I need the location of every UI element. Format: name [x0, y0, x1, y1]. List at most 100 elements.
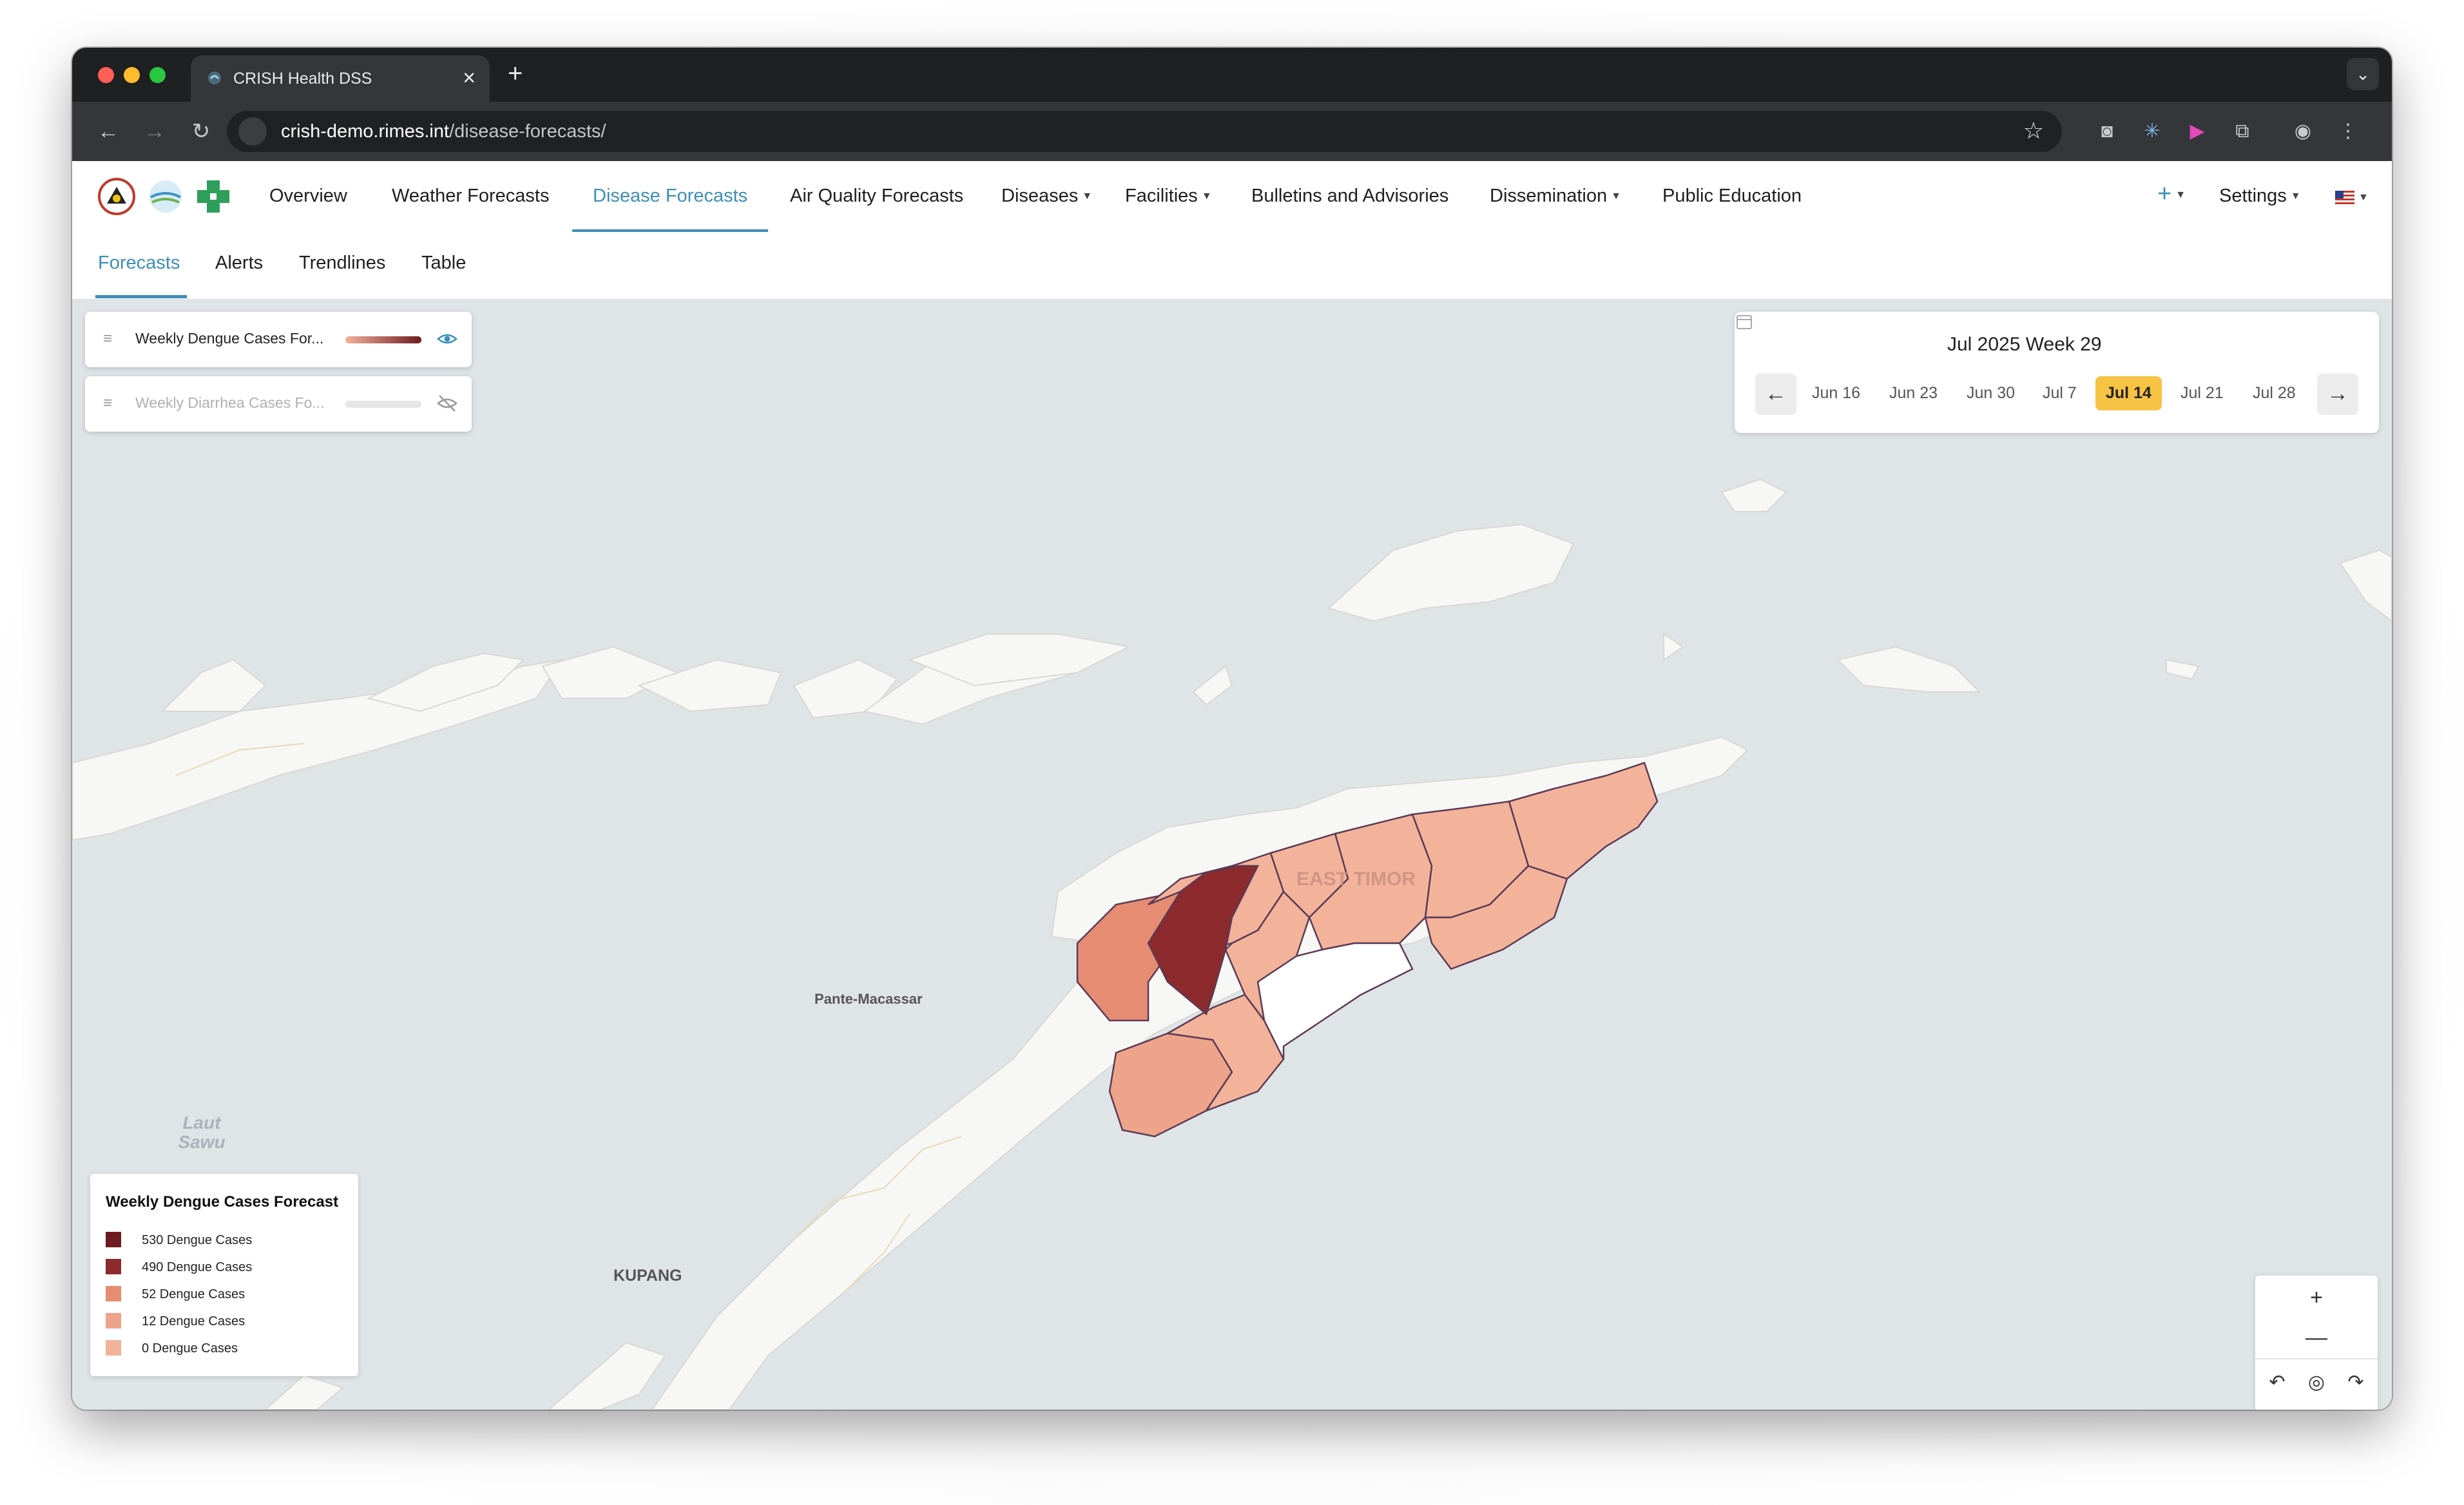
nav-dissemination[interactable]: Dissemination ▼ [1490, 186, 1621, 207]
nav-air-quality-forecasts[interactable]: Air Quality Forecasts [790, 186, 963, 207]
settings-menu[interactable]: Settings ▼ [2219, 186, 2301, 207]
us-flag-icon [2335, 191, 2354, 206]
browser-tab[interactable]: CRISH Health DSS × [191, 55, 490, 102]
extension-record-icon[interactable]: ▶ [2183, 117, 2211, 146]
browser-menu-icon[interactable]: ⋮ [2334, 117, 2362, 146]
add-menu-button[interactable]: + ▼ [2157, 180, 2186, 208]
layer-card-dengue[interactable]: ≡ Weekly Dengue Cases For... [85, 312, 472, 367]
extension-sparkle-icon[interactable]: ✳ [2138, 117, 2166, 146]
map-legend: Weekly Dengue Cases Forecast 530 Dengue … [90, 1174, 358, 1376]
address-bar[interactable]: crish-demo.rimes.int/disease-forecasts/ … [227, 111, 2062, 152]
health-cross-logo [197, 180, 229, 213]
legend-label: 52 Dengue Cases [142, 1287, 245, 1301]
bookmark-star-icon[interactable]: ☆ [2023, 117, 2044, 144]
legend-label: 12 Dengue Cases [142, 1314, 245, 1328]
nav-disease-forecasts[interactable]: Disease Forecasts [593, 186, 747, 207]
week-jul-7[interactable]: Jul 7 [2043, 384, 2077, 403]
language-selector[interactable]: ▼ [2335, 187, 2369, 208]
prev-week-button[interactable]: ← [1755, 374, 1796, 415]
tilt-up-icon[interactable]: ↑ [2258, 1403, 2296, 1410]
legend-swatch [106, 1286, 121, 1301]
back-icon[interactable]: ← [93, 116, 124, 147]
map-label-kupang: KUPANG [613, 1267, 682, 1285]
layer-name: Weekly Diarrhea Cases Fo... [135, 394, 325, 411]
drag-handle-icon[interactable]: ≡ [103, 330, 112, 348]
drag-handle-icon[interactable]: ≡ [103, 394, 112, 412]
layer-name: Weekly Dengue Cases For... [135, 330, 324, 347]
color-ramp [345, 401, 421, 408]
close-tab-icon[interactable]: × [463, 66, 476, 91]
maximize-window-button[interactable] [149, 67, 166, 83]
url-text: crish-demo.rimes.int/disease-forecasts/ [281, 121, 606, 142]
chevron-down-icon: ▼ [1201, 191, 1212, 202]
map-canvas[interactable]: EAST TIMOR Pante-Macassar KUPANG Laut Sa… [72, 299, 2392, 1410]
tab-search-icon[interactable]: ⌄ [2347, 58, 2379, 90]
week-jun-23[interactable]: Jun 23 [1889, 384, 1938, 403]
legend-title: Weekly Dengue Cases Forecast [106, 1193, 339, 1211]
basemap [72, 478, 2392, 1410]
map-label-pante-macassar: Pante-Macassar [814, 991, 923, 1007]
reload-icon[interactable]: ↻ [186, 116, 217, 147]
site-favicon-icon [208, 72, 221, 84]
chevron-down-icon: ▼ [1611, 191, 1621, 202]
chevron-down-icon: ▼ [2358, 192, 2369, 204]
forward-icon[interactable]: → [139, 116, 170, 147]
rotate-right-icon[interactable]: ↷ [2336, 1363, 2375, 1402]
profile-icon[interactable]: ◉ [2289, 117, 2317, 146]
tab-alerts[interactable]: Alerts [215, 253, 263, 274]
week-jun-30[interactable]: Jun 30 [1967, 384, 2015, 403]
tab-trendlines[interactable]: Trendlines [299, 253, 385, 274]
nav-bulletins-and-advisories[interactable]: Bulletins and Advisories [1251, 186, 1449, 207]
rotate-left-icon[interactable]: ↶ [2258, 1363, 2296, 1402]
tilt-down-icon[interactable]: ↓ [2336, 1403, 2375, 1410]
next-week-button[interactable]: → [2317, 374, 2358, 415]
layer-card-diarrhea[interactable]: ≡ Weekly Diarrhea Cases Fo... [85, 376, 472, 432]
close-window-button[interactable] [98, 67, 114, 83]
chevron-down-icon: ▼ [1082, 191, 1093, 202]
legend-swatch [106, 1340, 121, 1356]
week-picker: Jul 2025 Week 29 ← Jun 16 Jun 23 Jun 30 … [1735, 312, 2379, 433]
timor-emblem-logo [98, 178, 135, 215]
week-picker-title: Jul 2025 Week 29 [1947, 334, 2102, 355]
visibility-eye-off-icon[interactable] [436, 392, 459, 415]
visibility-eye-icon[interactable] [436, 327, 459, 350]
legend-label: 490 Dengue Cases [142, 1260, 253, 1274]
week-jun-16[interactable]: Jun 16 [1812, 384, 1860, 403]
tab-title: CRISH Health DSS [233, 70, 372, 88]
copy-icon[interactable]: ❐ [2297, 1403, 2336, 1410]
legend-swatch [106, 1313, 121, 1328]
week-jul-14-selected[interactable]: Jul 14 [2095, 376, 2162, 410]
camera-icon[interactable]: ◙ [2093, 117, 2121, 146]
nav-facilities[interactable]: Facilities ▼ [1125, 186, 1212, 207]
legend-swatch [106, 1232, 121, 1247]
zoom-out-button[interactable]: — [2297, 1318, 2336, 1357]
extensions-puzzle-icon[interactable]: ⧉ [2228, 117, 2257, 146]
zoom-in-button[interactable]: + [2297, 1278, 2336, 1317]
nav-overview[interactable]: Overview [269, 186, 347, 207]
legend-swatch [106, 1259, 121, 1274]
color-ramp [345, 336, 421, 343]
site-info-icon[interactable] [238, 117, 267, 146]
week-jul-21[interactable]: Jul 21 [2180, 384, 2224, 403]
legend-label: 0 Dengue Cases [142, 1341, 238, 1356]
nav-public-education[interactable]: Public Education [1662, 186, 1802, 207]
week-jul-28[interactable]: Jul 28 [2253, 384, 2296, 403]
sub-tabs: Forecasts Alerts Trendlines Table [72, 232, 2392, 299]
map-controls: + — ↶ ◎ ↷ ↑ ❐ ↓ [2255, 1276, 2378, 1410]
chevron-down-icon: ▼ [2175, 189, 2186, 200]
map-label-sea: Laut Sawu [178, 1113, 226, 1152]
rimes-globe-logo [149, 180, 182, 213]
tab-forecasts[interactable]: Forecasts [98, 253, 180, 274]
chevron-down-icon: ▼ [2290, 191, 2301, 202]
minimize-window-button[interactable] [124, 67, 140, 83]
nav-weather-forecasts[interactable]: Weather Forecasts [392, 186, 549, 207]
nav-diseases[interactable]: Diseases ▼ [1001, 186, 1092, 207]
compass-icon[interactable]: ◎ [2297, 1363, 2336, 1402]
calendar-icon[interactable] [1735, 312, 1754, 331]
tab-strip: CRISH Health DSS × + ⌄ [72, 48, 2392, 102]
app-navbar: Overview Weather Forecasts Disease Forec… [72, 161, 2392, 233]
map-label-country: EAST TIMOR [1296, 868, 1416, 890]
region-covalima [1108, 1032, 1233, 1138]
tab-table[interactable]: Table [421, 253, 466, 274]
new-tab-icon[interactable]: + [508, 59, 523, 88]
